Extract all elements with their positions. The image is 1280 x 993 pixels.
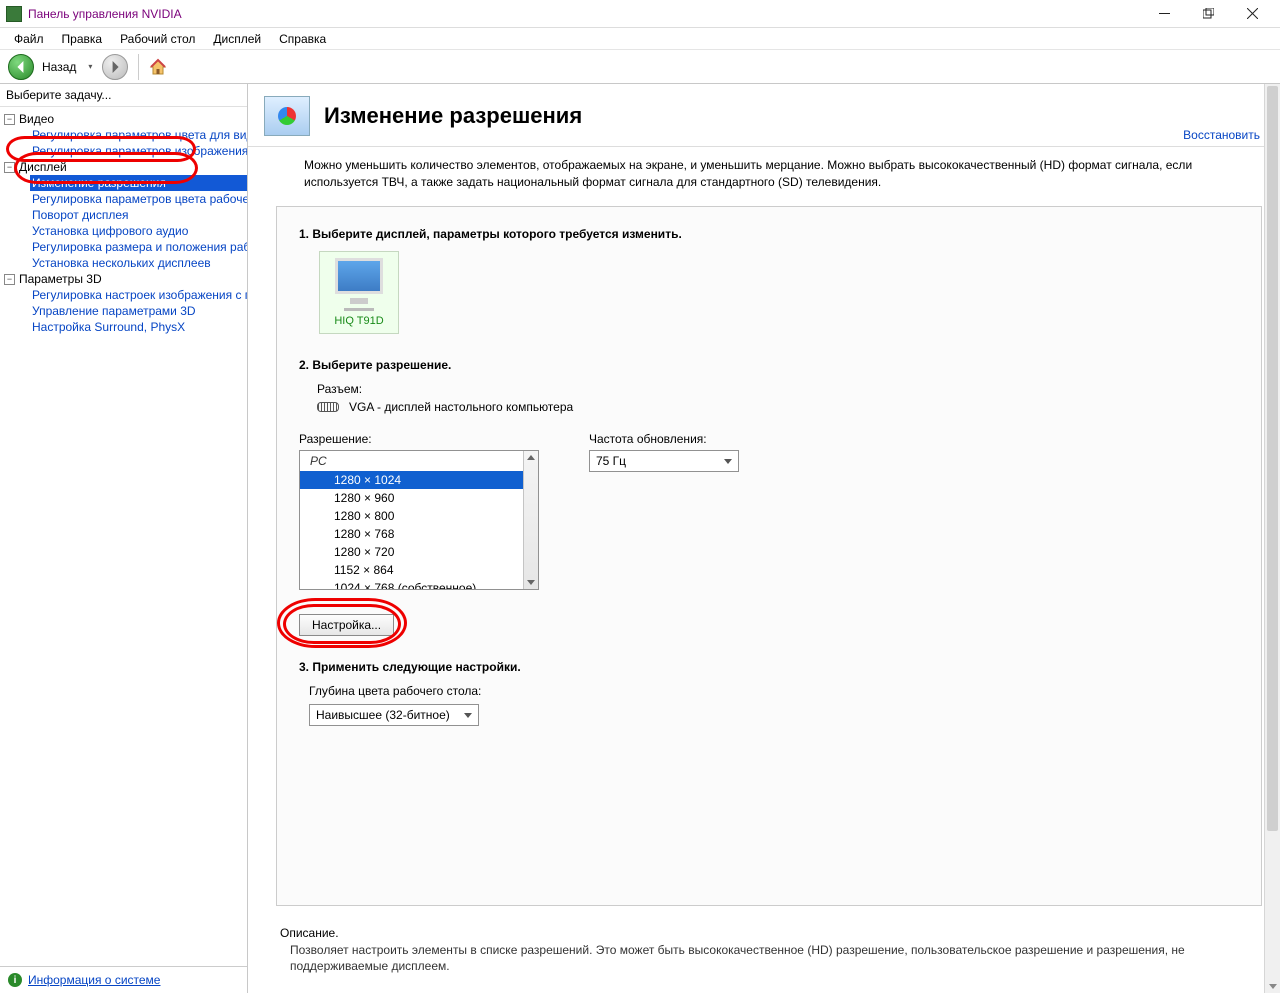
tree-item[interactable]: Настройка Surround, PhysX bbox=[30, 319, 247, 335]
menu-edit[interactable]: Правка bbox=[54, 30, 111, 48]
vga-icon bbox=[317, 402, 339, 412]
monitor-icon bbox=[335, 258, 383, 294]
tree-cat-video[interactable]: −Видео bbox=[0, 111, 247, 127]
description-box: Описание. Позволяет настроить элементы в… bbox=[272, 920, 1264, 976]
menu-desktop[interactable]: Рабочий стол bbox=[112, 30, 203, 48]
display-thumbnail[interactable]: HIQ T91D bbox=[319, 251, 399, 334]
tree-item[interactable]: Регулировка параметров цвета рабочего ст… bbox=[30, 191, 247, 207]
customize-button[interactable]: Настройка... bbox=[299, 614, 394, 636]
home-icon[interactable] bbox=[149, 58, 167, 76]
page-title: Изменение разрешения bbox=[324, 103, 582, 129]
menubar: Файл Правка Рабочий стол Дисплей Справка bbox=[0, 28, 1280, 50]
tree-cat-display[interactable]: −Дисплей bbox=[0, 159, 247, 175]
restore-link[interactable]: Восстановить bbox=[1183, 128, 1260, 142]
sidebar-footer: i Информация о системе bbox=[0, 966, 247, 993]
description-text: Позволяет настроить элементы в списке ра… bbox=[280, 942, 1256, 974]
minimize-button[interactable] bbox=[1142, 1, 1186, 27]
info-icon: i bbox=[8, 973, 22, 987]
connector-label: Разъем: bbox=[317, 382, 1239, 396]
resolution-option[interactable]: 1280 × 960 bbox=[300, 489, 523, 507]
resolution-listbox[interactable]: PC 1280 × 1024 1280 × 960 1280 × 800 128… bbox=[299, 450, 539, 590]
forward-button[interactable] bbox=[102, 54, 128, 80]
system-info-link[interactable]: Информация о системе bbox=[28, 973, 160, 987]
back-dropdown-icon[interactable]: ▾ bbox=[84, 62, 96, 71]
tree-item[interactable]: Регулировка параметров цвета для видео bbox=[30, 127, 247, 143]
refresh-label: Частота обновления: bbox=[589, 432, 739, 446]
tree-item[interactable]: Установка цифрового аудио bbox=[30, 223, 247, 239]
menu-display[interactable]: Дисплей bbox=[205, 30, 269, 48]
menu-file[interactable]: Файл bbox=[6, 30, 52, 48]
resolution-option[interactable]: 1152 × 864 bbox=[300, 561, 523, 579]
resolution-group: PC bbox=[300, 451, 523, 471]
titlebar: Панель управления NVIDIA bbox=[0, 0, 1280, 28]
collapse-icon[interactable]: − bbox=[4, 114, 15, 125]
step2-title: 2. Выберите разрешение. bbox=[299, 358, 1239, 372]
display-name: HIQ T91D bbox=[334, 315, 383, 327]
tree-item-change-resolution[interactable]: Изменение разрешения bbox=[30, 175, 247, 191]
resolution-option[interactable]: 1280 × 720 bbox=[300, 543, 523, 561]
window-title: Панель управления NVIDIA bbox=[28, 7, 182, 21]
step3-title: 3. Применить следующие настройки. bbox=[299, 660, 1239, 674]
scrollbar[interactable] bbox=[523, 451, 538, 589]
collapse-icon[interactable]: − bbox=[4, 162, 15, 173]
settings-panel: 1. Выберите дисплей, параметры которого … bbox=[276, 206, 1262, 906]
step1-title: 1. Выберите дисплей, параметры которого … bbox=[299, 227, 1239, 241]
task-tree: −Видео Регулировка параметров цвета для … bbox=[0, 107, 247, 339]
app-icon bbox=[6, 6, 22, 22]
tree-item[interactable]: Установка нескольких дисплеев bbox=[30, 255, 247, 271]
tree-item[interactable]: Регулировка настроек изображения с просм… bbox=[30, 287, 247, 303]
menu-help[interactable]: Справка bbox=[271, 30, 334, 48]
page-description: Можно уменьшить количество элементов, от… bbox=[248, 147, 1280, 206]
sidebar: Выберите задачу... −Видео Регулировка па… bbox=[0, 84, 248, 993]
description-title: Описание. bbox=[280, 926, 1256, 940]
tree-item[interactable]: Поворот дисплея bbox=[30, 207, 247, 223]
maximize-button[interactable] bbox=[1186, 1, 1230, 27]
tree-item[interactable]: Управление параметрами 3D bbox=[30, 303, 247, 319]
connector-value: VGA - дисплей настольного компьютера bbox=[349, 400, 573, 414]
content-area: Изменение разрешения Восстановить Можно … bbox=[248, 84, 1280, 993]
content-scrollbar[interactable] bbox=[1264, 84, 1280, 993]
page-header: Изменение разрешения Восстановить bbox=[248, 84, 1280, 147]
sidebar-header: Выберите задачу... bbox=[0, 84, 247, 107]
tree-item[interactable]: Регулировка размера и положения рабочего… bbox=[30, 239, 247, 255]
back-label[interactable]: Назад bbox=[40, 60, 78, 74]
back-button[interactable] bbox=[8, 54, 34, 80]
resolution-option[interactable]: 1280 × 800 bbox=[300, 507, 523, 525]
resolution-option[interactable]: 1024 × 768 (собственное) bbox=[300, 579, 523, 589]
close-button[interactable] bbox=[1230, 1, 1274, 27]
tree-cat-3d[interactable]: −Параметры 3D bbox=[0, 271, 247, 287]
resolution-label: Разрешение: bbox=[299, 432, 539, 446]
color-depth-select[interactable]: Наивысшее (32-битное) bbox=[309, 704, 479, 726]
depth-label: Глубина цвета рабочего стола: bbox=[309, 684, 1239, 698]
separator bbox=[138, 54, 139, 80]
collapse-icon[interactable]: − bbox=[4, 274, 15, 285]
resolution-option[interactable]: 1280 × 1024 bbox=[300, 471, 523, 489]
refresh-select[interactable]: 75 Гц bbox=[589, 450, 739, 472]
resolution-option[interactable]: 1280 × 768 bbox=[300, 525, 523, 543]
page-header-icon bbox=[264, 96, 310, 136]
toolbar: Назад ▾ bbox=[0, 50, 1280, 84]
tree-item[interactable]: Регулировка параметров изображения для в… bbox=[30, 143, 247, 159]
